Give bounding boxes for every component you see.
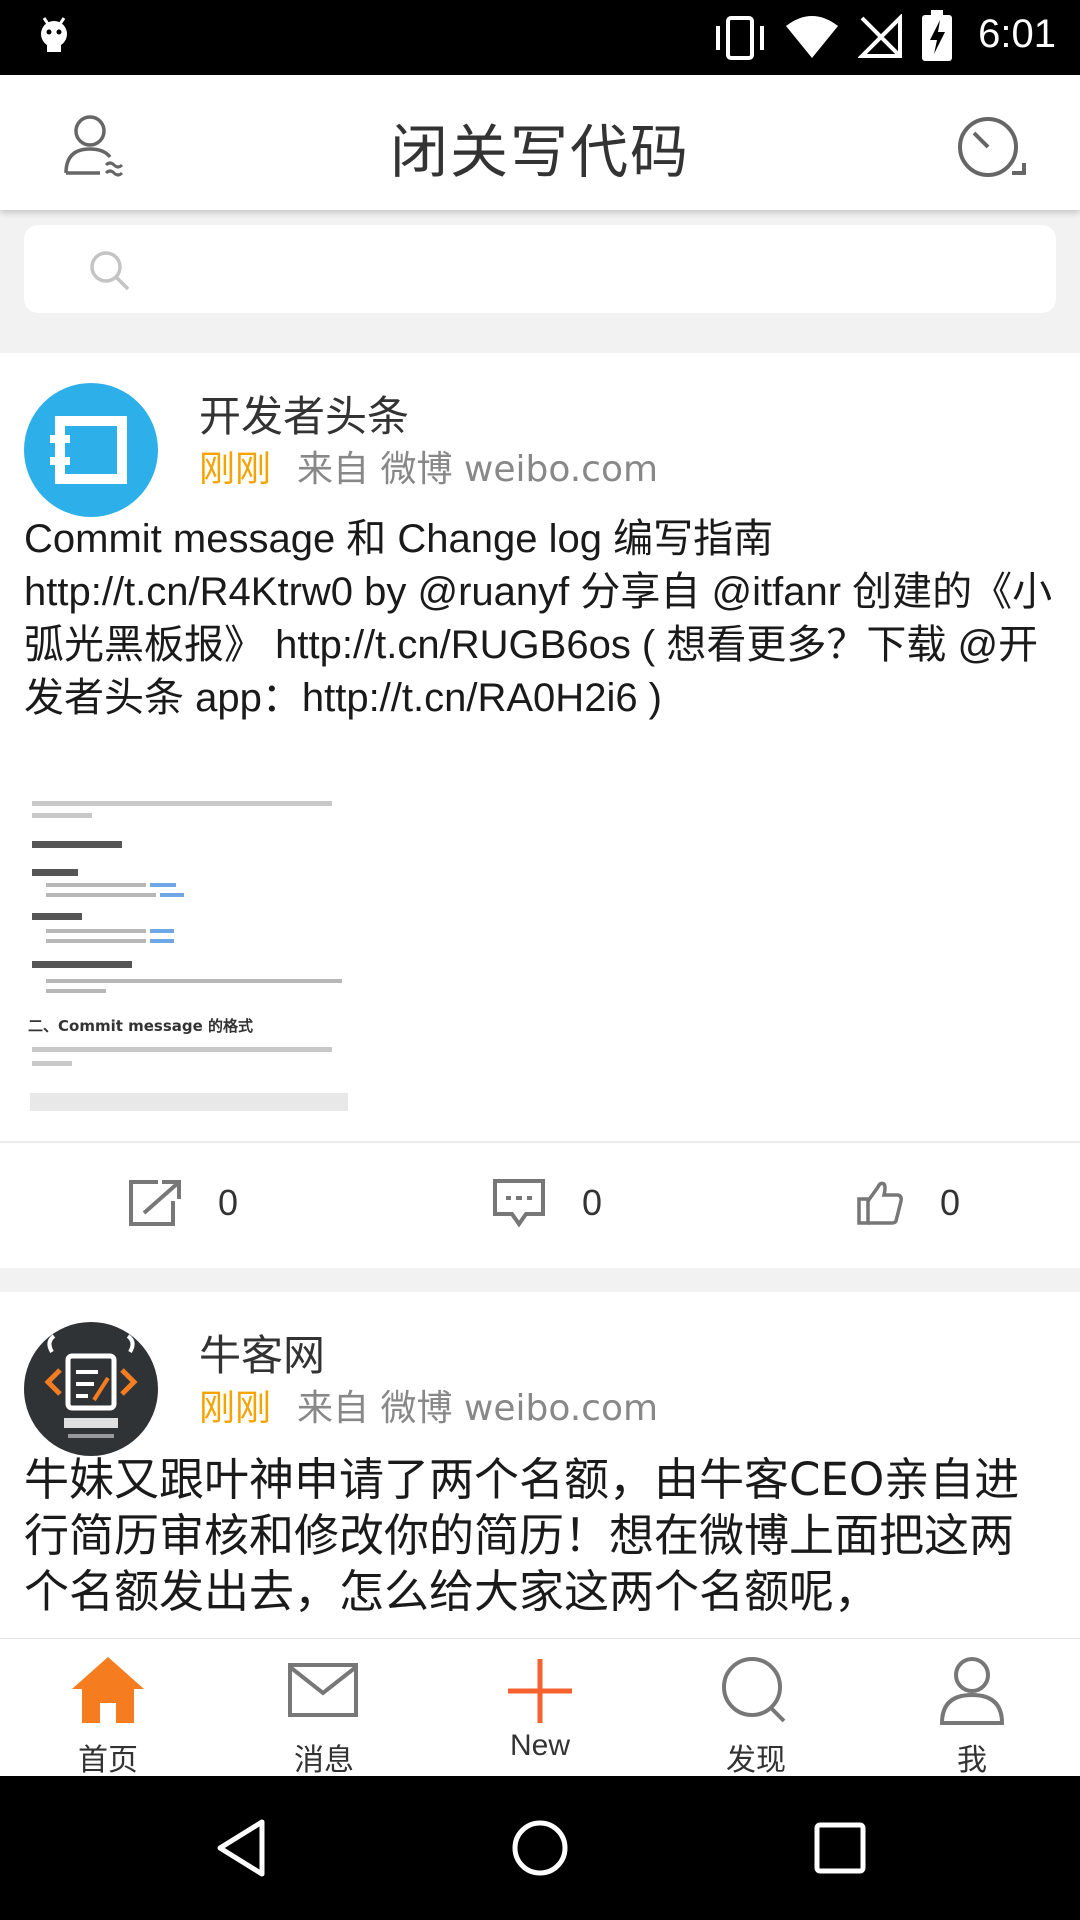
post-source: 来自 微博 weibo.com [297, 449, 659, 490]
tab-messages[interactable]: 消息 [216, 1639, 432, 1778]
tab-new[interactable]: New [432, 1639, 648, 1777]
author-name[interactable]: 牛客网 [199, 1322, 325, 1383]
battery-charging-icon [922, 10, 952, 61]
post-image[interactable]: 二、Commit message 的格式 [28, 793, 350, 1115]
author-name[interactable]: 开发者头条 [199, 383, 409, 444]
search-input[interactable] [149, 239, 1033, 301]
wifi-icon [786, 16, 838, 58]
post-time: 刚刚 [199, 449, 272, 490]
radar-icon[interactable] [954, 111, 1030, 181]
post-time: 刚刚 [199, 1388, 272, 1429]
plus-icon [508, 1659, 572, 1723]
person-icon [939, 1657, 1005, 1725]
repost-button[interactable]: 0 [128, 1173, 238, 1233]
avatar[interactable] [24, 383, 158, 517]
avatar[interactable] [24, 1322, 158, 1456]
comment-icon [493, 1179, 545, 1228]
repost-count: 0 [218, 1182, 239, 1223]
toutiao-logo-icon [50, 416, 127, 484]
tab-home-label: 首页 [78, 1743, 138, 1778]
thumbnail-heading: 二、Commit message 的格式 [28, 1017, 254, 1035]
tab-discover-label: 发现 [726, 1743, 786, 1778]
post-source: 来自 微博 weibo.com [297, 1388, 659, 1429]
page-title: 闭关写代码 [389, 118, 690, 186]
app-bar: 闭关写代码 [0, 75, 1080, 210]
home-circle-icon[interactable] [508, 1816, 572, 1880]
mail-icon [288, 1663, 358, 1717]
search-icon [90, 251, 130, 291]
post-meta: 刚刚 来自 微博 weibo.com [199, 1379, 658, 1431]
divider [0, 1141, 1080, 1143]
tab-discover[interactable]: 发现 [648, 1639, 864, 1778]
tab-new-label: New [509, 1729, 570, 1762]
no-signal-icon [858, 14, 902, 58]
comment-count: 0 [582, 1182, 603, 1223]
bottom-navigation: 首页 消息 New 发现 我 [0, 1638, 1080, 1778]
comment-button[interactable]: 0 [492, 1173, 602, 1233]
android-debug-icon [41, 17, 67, 52]
tab-me[interactable]: 我 [864, 1639, 1080, 1778]
post-meta: 刚刚 来自 微博 weibo.com [199, 440, 658, 492]
post-card[interactable]: 牛客网 刚刚 来自 微博 weibo.com 牛妹又跟叶神申请了两个名额，由牛客C… [0, 1292, 1080, 1638]
search-bar[interactable] [24, 225, 1056, 313]
like-button[interactable]: 0 [856, 1173, 960, 1233]
post-card[interactable]: 开发者头条 刚刚 来自 微博 weibo.com Commit message 和… [0, 353, 1080, 1268]
post-text[interactable]: 牛妹又跟叶神申请了两个名额，由牛客CEO亲自进行简历审核和修改你的简历！想在微博… [24, 1452, 1056, 1620]
vibrate-icon [716, 16, 764, 60]
system-navigation-bar [0, 1776, 1080, 1920]
back-icon[interactable] [210, 1816, 274, 1880]
tab-me-label: 我 [957, 1743, 987, 1778]
repost-icon [129, 1180, 181, 1226]
tab-home[interactable]: 首页 [0, 1639, 216, 1778]
tab-messages-label: 消息 [294, 1743, 354, 1778]
nowcoder-logo-icon [44, 1334, 138, 1438]
status-bar: 6:01 [0, 0, 1080, 75]
status-time: 6:01 [978, 12, 1056, 56]
post-text[interactable]: Commit message 和 Change log 编写指南 http://… [24, 513, 1056, 725]
discover-search-icon [722, 1657, 786, 1723]
recents-icon[interactable] [808, 1816, 872, 1880]
like-count: 0 [940, 1182, 961, 1223]
feed[interactable]: 开发者头条 刚刚 来自 微博 weibo.com Commit message 和… [0, 353, 1080, 1638]
thumbs-up-icon [857, 1181, 903, 1225]
home-icon [72, 1657, 144, 1723]
